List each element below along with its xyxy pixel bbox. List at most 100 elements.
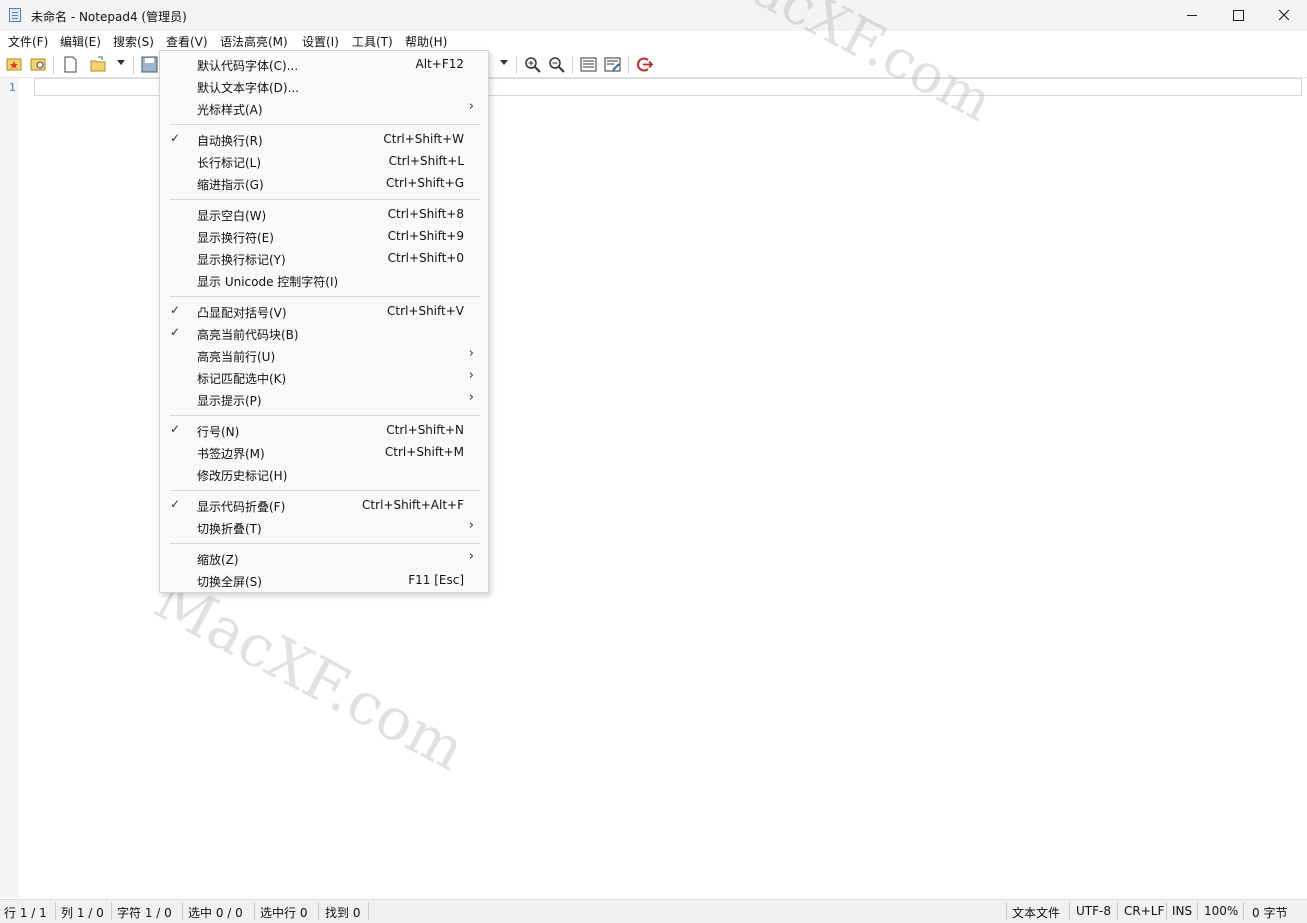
- menu-item-shortcut: Ctrl+Shift+L: [388, 154, 464, 168]
- menu-item-show-wrap-symbols[interactable]: 显示换行标记(Y) Ctrl+Shift+0: [160, 247, 488, 269]
- menu-item-shortcut: Ctrl+Shift+8: [387, 207, 464, 221]
- menu-item-highlight-current-line[interactable]: 高亮当前行(U) ›: [160, 344, 488, 366]
- zoom-out-icon[interactable]: [548, 56, 565, 73]
- zoom-in-icon[interactable]: [524, 56, 541, 73]
- toolbar-separator: [572, 56, 573, 74]
- status-encoding[interactable]: UTF-8: [1076, 904, 1111, 918]
- submenu-arrow-icon: ›: [468, 346, 474, 361]
- menu-item-highlight-brace[interactable]: ✓ 凸显配对括号(V) Ctrl+Shift+V: [160, 300, 488, 322]
- menu-item-label: 缩放(Z): [197, 553, 239, 567]
- status-size: 0 字节: [1252, 906, 1288, 920]
- menu-bar: 文件(F) 编辑(E) 搜索(S) 查看(V) 语法高亮(M) 设置(I) 工具…: [0, 31, 1307, 51]
- menu-separator: [170, 415, 480, 416]
- status-separator: [318, 902, 319, 920]
- favorites-icon[interactable]: [6, 56, 23, 73]
- status-eol[interactable]: CR+LF: [1124, 904, 1164, 918]
- status-insert-mode[interactable]: INS: [1172, 904, 1192, 918]
- open-dropdown-arrow[interactable]: [117, 60, 125, 65]
- menu-item-label: 显示换行标记(Y): [197, 253, 286, 267]
- status-separator: [1069, 902, 1070, 920]
- menu-syntax[interactable]: 语法高亮(M): [220, 33, 288, 50]
- status-separator: [1117, 902, 1118, 920]
- menu-item-label: 光标样式(A): [197, 103, 263, 117]
- browse-icon[interactable]: [30, 56, 47, 73]
- status-char[interactable]: 字符 1 / 0: [117, 904, 172, 921]
- menu-item-default-text-font[interactable]: 默认文本字体(D)...: [160, 75, 488, 97]
- status-separator: [111, 902, 112, 920]
- menu-item-bookmark-margin[interactable]: 书签边界(M) Ctrl+Shift+M: [160, 441, 488, 463]
- menu-item-caret-style[interactable]: 光标样式(A) ›: [160, 97, 488, 119]
- app-icon: [9, 8, 21, 22]
- toolbar-separator: [628, 56, 629, 74]
- maximize-button[interactable]: [1215, 0, 1261, 31]
- scheme-icon[interactable]: [580, 56, 597, 73]
- open-file-icon[interactable]: [90, 56, 107, 73]
- submenu-arrow-icon: ›: [468, 99, 474, 114]
- checkmark-icon: ✓: [170, 303, 181, 317]
- status-zoom[interactable]: 100%: [1204, 904, 1238, 918]
- menu-item-shortcut: Ctrl+Shift+G: [385, 176, 464, 190]
- menu-item-show-whitespace[interactable]: 显示空白(W) Ctrl+Shift+8: [160, 203, 488, 225]
- minimize-button[interactable]: [1169, 0, 1215, 31]
- menu-item-line-numbers[interactable]: ✓ 行号(N) Ctrl+Shift+N: [160, 419, 488, 441]
- menu-separator: [170, 296, 480, 297]
- menu-item-toggle-folding[interactable]: 切换折叠(T) ›: [160, 516, 488, 538]
- menu-separator: [170, 124, 480, 125]
- status-separator: [368, 902, 369, 920]
- menu-item-mark-occurrences[interactable]: 标记匹配选中(K) ›: [160, 366, 488, 388]
- status-column[interactable]: 列 1 / 0: [61, 904, 104, 921]
- menu-item-indent-guides[interactable]: 缩进指示(G) Ctrl+Shift+G: [160, 172, 488, 194]
- menu-item-word-wrap[interactable]: ✓ 自动换行(R) Ctrl+Shift+W: [160, 128, 488, 150]
- menu-item-label: 显示换行符(E): [197, 231, 274, 245]
- menu-settings[interactable]: 设置(I): [302, 33, 339, 50]
- menu-view[interactable]: 查看(V): [166, 33, 208, 50]
- menu-item-highlight-code-block[interactable]: ✓ 高亮当前代码块(B): [160, 322, 488, 344]
- menu-item-shortcut: Ctrl+Shift+0: [387, 251, 464, 265]
- status-selected-lines[interactable]: 选中行 0: [260, 904, 307, 921]
- submenu-arrow-icon: ›: [468, 390, 474, 405]
- menu-item-default-code-font[interactable]: 默认代码字体(C)... Alt+F12: [160, 53, 488, 75]
- menu-item-label: 标记匹配选中(K): [197, 372, 287, 386]
- menu-edit[interactable]: 编辑(E): [60, 33, 101, 50]
- menu-item-long-line-marker[interactable]: 长行标记(L) Ctrl+Shift+L: [160, 150, 488, 172]
- menu-item-label: 显示空白(W): [197, 209, 267, 223]
- menu-item-show-hints[interactable]: 显示提示(P) ›: [160, 388, 488, 410]
- status-selection[interactable]: 选中 0 / 0: [188, 904, 243, 921]
- save-icon[interactable]: [141, 56, 158, 73]
- menu-item-zoom[interactable]: 缩放(Z) ›: [160, 547, 488, 569]
- exit-icon[interactable]: [636, 56, 653, 73]
- menu-item-show-unicode-control[interactable]: 显示 Unicode 控制字符(I): [160, 269, 488, 291]
- new-file-icon[interactable]: [62, 56, 79, 73]
- status-found[interactable]: 找到 0: [325, 904, 360, 921]
- menu-item-label: 默认代码字体(C)...: [197, 59, 299, 73]
- menu-file[interactable]: 文件(F): [8, 33, 48, 50]
- close-button[interactable]: [1261, 0, 1307, 31]
- customize-scheme-icon[interactable]: [604, 56, 621, 73]
- menu-item-label: 显示提示(P): [197, 394, 262, 408]
- status-line[interactable]: 行 1 / 1: [4, 904, 47, 921]
- checkmark-icon: ✓: [170, 131, 181, 145]
- menu-search[interactable]: 搜索(S): [113, 33, 154, 50]
- menu-item-code-folding[interactable]: ✓ 显示代码折叠(F) Ctrl+Shift+Alt+F: [160, 494, 488, 516]
- menu-help[interactable]: 帮助(H): [405, 33, 447, 50]
- menu-item-show-line-endings[interactable]: 显示换行符(E) Ctrl+Shift+9: [160, 225, 488, 247]
- status-file-type[interactable]: 文本文件: [1012, 904, 1060, 921]
- menu-separator: [170, 543, 480, 544]
- menu-item-fullscreen[interactable]: 切换全屏(S) F11 [Esc]: [160, 569, 488, 591]
- menu-item-shortcut: Ctrl+Shift+M: [384, 445, 464, 459]
- title-bar: 未命名 - Notepad4 (管理员): [0, 0, 1307, 31]
- submenu-arrow-icon: ›: [468, 368, 474, 383]
- toolbar-separator: [516, 56, 517, 74]
- menu-item-shortcut: Ctrl+Shift+W: [383, 132, 464, 146]
- menu-item-label: 高亮当前代码块(B): [197, 328, 299, 342]
- menu-item-change-history[interactable]: 修改历史标记(H): [160, 463, 488, 485]
- minimize-icon: [1187, 14, 1197, 16]
- menu-item-shortcut: Ctrl+Shift+V: [387, 304, 464, 318]
- menu-item-shortcut: Alt+F12: [415, 57, 464, 71]
- close-icon: [1278, 9, 1290, 21]
- toolbar-dropdown-arrow[interactable]: [500, 60, 508, 65]
- status-separator: [1166, 902, 1167, 920]
- status-separator: [1243, 902, 1244, 920]
- menu-tools[interactable]: 工具(T): [352, 33, 393, 50]
- line-number: 1: [9, 81, 16, 94]
